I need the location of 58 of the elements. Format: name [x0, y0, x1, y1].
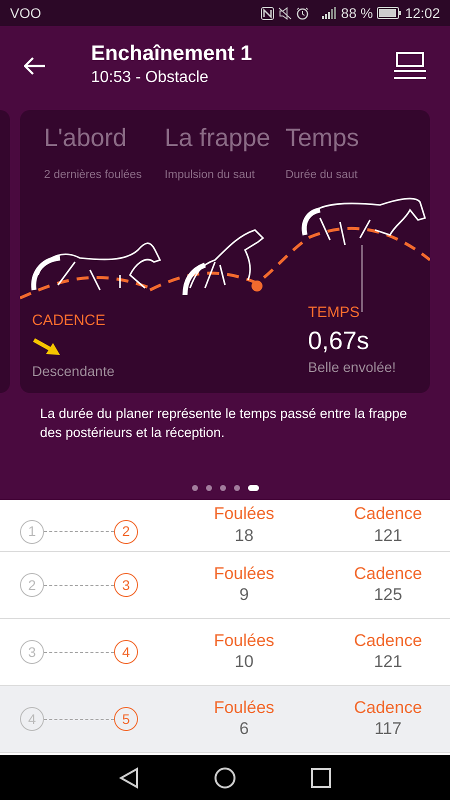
page-dot[interactable]: [192, 485, 198, 491]
screen-subtitle: 10:53 - Obstacle: [91, 68, 210, 88]
description-text: La durée du planer représente le temps passé entre la frappe des postérieurs et la réception.: [39, 405, 408, 442]
phase-title: Temps: [285, 126, 360, 151]
battery-percentage: 88 %: [341, 4, 373, 22]
cadence-value: 121: [372, 651, 404, 674]
battery-icon: [376, 7, 401, 19]
obstacle-number: 5: [114, 707, 138, 731]
down-right-arrow-icon: [32, 336, 62, 356]
carrier-name: VOO: [10, 4, 42, 22]
metric-value: 0,67s: [308, 326, 370, 356]
cadence-label: Cadence: [352, 698, 424, 718]
strides-value: 9: [238, 584, 250, 606]
phase-subtitle: Impulsion du saut: [164, 168, 256, 183]
connector-line: [44, 584, 114, 586]
mute-icon: [278, 6, 292, 20]
home-nav-icon[interactable]: [214, 766, 236, 788]
strides-value: 10: [234, 651, 255, 674]
obstacle-number: 1: [20, 520, 44, 544]
connector-line: [44, 718, 114, 720]
phase-subtitle: 2 dernières foulées: [44, 168, 143, 183]
metric-caption: Descendante: [32, 362, 115, 380]
obstacle-number: 2: [114, 520, 138, 544]
screen-title: Enchaînement 1: [91, 40, 252, 66]
cadence-value: 121: [372, 524, 404, 547]
strides-value: 18: [234, 524, 255, 547]
strides-label: Foulées: [212, 630, 276, 652]
obstacle-number: 2: [20, 573, 44, 597]
metric-label: CADENCE: [32, 311, 106, 331]
strides-label: Foulées: [212, 698, 276, 718]
back-arrow-icon[interactable]: [24, 56, 46, 74]
alarm-icon: [296, 6, 310, 20]
obstacle-number: 3: [20, 640, 44, 664]
phase-title: L'abord: [44, 126, 128, 151]
page-dot[interactable]: [234, 485, 240, 491]
phase-title: La frappe: [164, 126, 272, 151]
cadence-label: Cadence: [352, 630, 424, 652]
recents-nav-icon[interactable]: [311, 768, 331, 788]
back-nav-icon[interactable]: [119, 766, 139, 788]
connector-line: [44, 531, 114, 532]
signal-icon: [321, 7, 338, 19]
phase-subtitle: Durée du saut: [285, 168, 359, 183]
metric-caption: Belle envolée!: [308, 358, 396, 377]
metric-label: TEMPS: [308, 303, 361, 323]
strides-value: 6: [238, 718, 250, 740]
page-dot[interactable]: [206, 485, 212, 491]
strides-label: Foulées: [212, 504, 276, 525]
cadence-value: 117: [373, 718, 403, 740]
page-dot[interactable]: [220, 485, 226, 491]
cadence-label: Cadence: [352, 504, 424, 525]
list-view-icon[interactable]: [394, 52, 426, 80]
nfc-icon: [261, 6, 274, 20]
clock-time: 12:02: [404, 4, 440, 22]
strides-label: Foulées: [212, 564, 276, 584]
obstacle-number: 4: [114, 640, 138, 664]
cadence-value: 125: [372, 584, 404, 606]
obstacle-number: 3: [114, 573, 138, 597]
cadence-label: Cadence: [352, 564, 424, 584]
